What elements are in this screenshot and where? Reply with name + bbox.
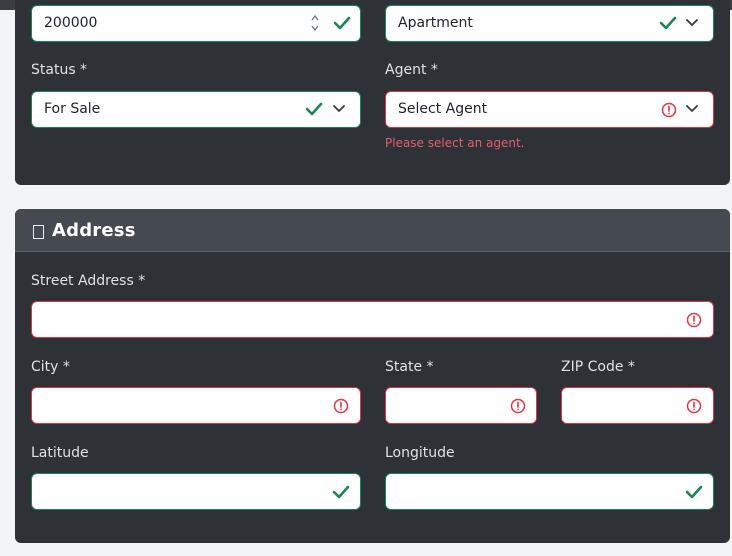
address-card: Address Street Address * City * State * … <box>15 209 730 543</box>
price-value: 200000 <box>44 15 98 31</box>
agent-error-message: Please select an agent. <box>385 136 525 150</box>
property-details-card: 200000 Apartment Status * For Sale Agent… <box>15 0 730 185</box>
city-label: City * <box>31 359 70 375</box>
street-address-input[interactable] <box>31 301 714 338</box>
longitude-label: Longitude <box>385 445 455 461</box>
address-title: Address <box>52 219 136 241</box>
zip-code-input[interactable] <box>561 387 714 424</box>
address-icon <box>33 224 44 239</box>
exclamation-circle-icon <box>686 312 702 328</box>
property-type-select[interactable]: Apartment <box>385 5 714 42</box>
address-card-header: Address <box>15 209 730 252</box>
latitude-input[interactable] <box>31 473 361 510</box>
latitude-label: Latitude <box>31 445 89 461</box>
street-label: Street Address * <box>31 273 146 289</box>
chevron-down-icon <box>686 105 698 112</box>
number-spinner-icon[interactable] <box>310 13 320 33</box>
price-input[interactable]: 200000 <box>31 5 361 42</box>
property-type-value: Apartment <box>398 15 473 31</box>
agent-label: Agent * <box>385 62 438 78</box>
zip-label: ZIP Code * <box>561 359 635 375</box>
chevron-down-icon <box>333 105 345 112</box>
check-icon <box>305 102 323 116</box>
chevron-down-icon <box>686 19 698 26</box>
state-input[interactable] <box>385 387 537 424</box>
exclamation-circle-icon <box>333 398 349 414</box>
check-icon <box>685 485 703 499</box>
status-label: Status * <box>31 62 88 78</box>
exclamation-circle-icon <box>510 398 526 414</box>
status-select[interactable]: For Sale <box>31 91 361 128</box>
exclamation-circle-icon <box>661 102 677 118</box>
check-icon <box>332 485 350 499</box>
exclamation-circle-icon <box>686 398 702 414</box>
state-label: State * <box>385 359 434 375</box>
agent-select[interactable]: Select Agent <box>385 91 714 128</box>
check-icon <box>659 16 677 30</box>
longitude-input[interactable] <box>385 473 714 510</box>
check-icon <box>333 16 351 30</box>
status-value: For Sale <box>44 101 101 117</box>
city-input[interactable] <box>31 387 361 424</box>
agent-value: Select Agent <box>398 101 488 117</box>
